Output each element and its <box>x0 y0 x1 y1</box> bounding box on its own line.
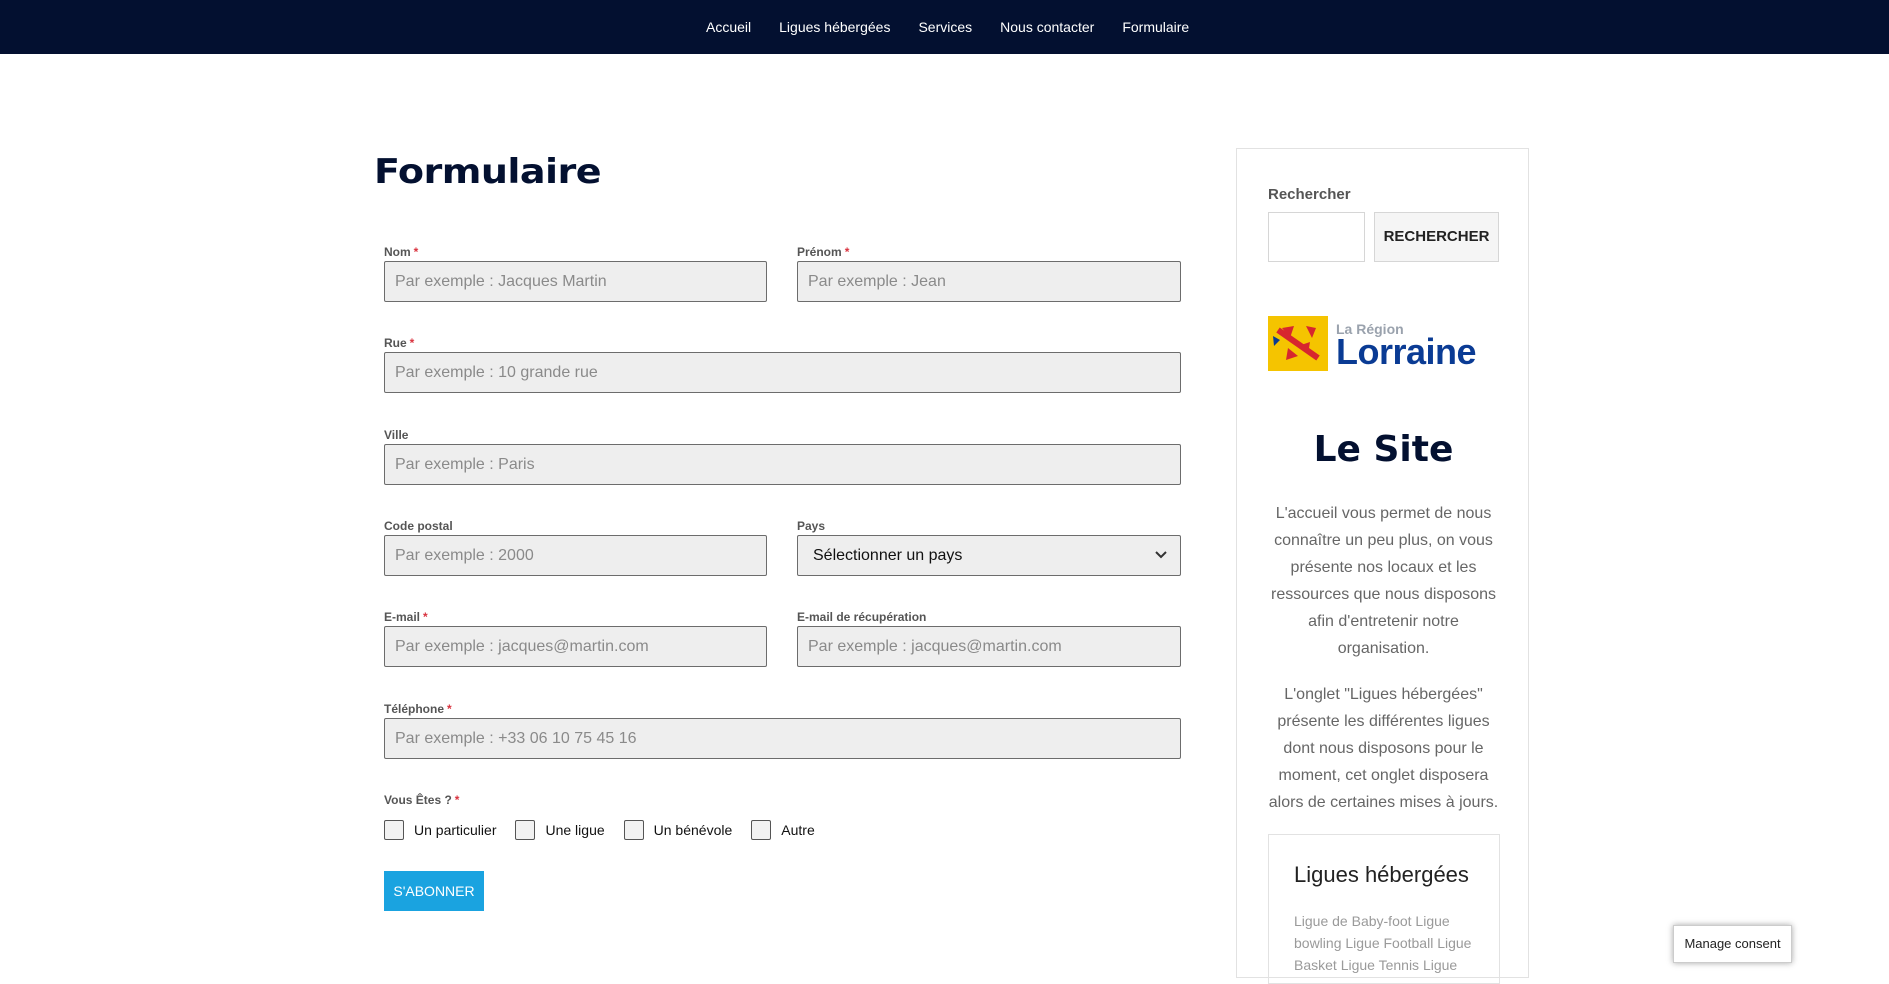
prenom-field: Prénom * Par exemple : Jean <box>797 245 1181 302</box>
option-particulier[interactable]: Un particulier <box>384 820 496 840</box>
nav-item-accueil[interactable]: Accueil <box>706 19 751 35</box>
subscribe-button[interactable]: S'ABONNER <box>384 871 484 911</box>
nav-item-formulaire[interactable]: Formulaire <box>1122 19 1189 35</box>
nav-item-ligues-hebergees[interactable]: Ligues hébergées <box>779 19 890 35</box>
search-button[interactable]: RECHERCHER <box>1374 212 1499 262</box>
vous-etes-field: Vous Êtes ? * <box>384 793 684 809</box>
checkbox[interactable] <box>623 820 644 840</box>
logo-title: Lorraine <box>1336 331 1477 372</box>
checkbox[interactable] <box>751 820 772 840</box>
option-label: Un particulier <box>414 822 497 838</box>
pays-select[interactable]: Sélectionner un pays <box>797 535 1181 576</box>
option-ligue[interactable]: Une ligue <box>515 820 605 840</box>
nom-input[interactable]: Par exemple : Jacques Martin <box>384 261 767 302</box>
vous-etes-options: Un particulier Une ligue Un bénévole Aut… <box>384 820 834 840</box>
ville-field: Ville Par exemple : Paris <box>384 428 1181 485</box>
option-label: Une ligue <box>545 822 605 838</box>
ville-label: Ville <box>384 428 409 442</box>
email-recuperation-label: E-mail de récupération <box>797 610 927 624</box>
email-label: E-mail * <box>384 610 428 624</box>
option-label: Un bénévole <box>653 822 733 838</box>
option-autre[interactable]: Autre <box>751 820 815 840</box>
chevron-down-icon <box>1154 536 1168 575</box>
option-benevole[interactable]: Un bénévole <box>623 820 733 840</box>
code-postal-label: Code postal <box>384 519 453 533</box>
checkbox[interactable] <box>384 820 404 840</box>
vous-etes-label: Vous Êtes ? * <box>384 793 460 807</box>
site-paragraph-1: L'accueil vous permet de nous connaître … <box>1270 505 1497 657</box>
email-field: E-mail * Par exemple : jacques@martin.com <box>384 610 767 667</box>
ligues-tag-cloud[interactable]: Ligue de Baby-foot Ligue bowling Ligue F… <box>1294 910 1494 976</box>
nom-field: Nom * Par exemple : Jacques Martin <box>384 245 767 302</box>
ville-input[interactable]: Par exemple : Paris <box>384 444 1181 485</box>
telephone-input[interactable]: Par exemple : +33 06 10 75 45 16 <box>384 718 1181 759</box>
logo-emblem-icon <box>1268 316 1328 371</box>
pays-select-value: Sélectionner un pays <box>813 547 963 564</box>
telephone-field: Téléphone * Par exemple : +33 06 10 75 45… <box>384 702 1181 759</box>
ligues-hebergees-widget: Ligues hébergées Ligue de Baby-foot Ligu… <box>1268 834 1500 984</box>
ligues-hebergees-title: Ligues hébergées <box>1294 862 1469 887</box>
top-navigation: Accueil Ligues hébergées Services Nous c… <box>0 0 1889 54</box>
rue-input[interactable]: Par exemple : 10 grande rue <box>384 352 1181 393</box>
email-input[interactable]: Par exemple : jacques@martin.com <box>384 626 767 667</box>
email-recuperation-input[interactable]: Par exemple : jacques@martin.com <box>797 626 1181 667</box>
rue-label: Rue * <box>384 336 415 350</box>
nom-label: Nom * <box>384 245 419 259</box>
checkbox[interactable] <box>515 820 536 840</box>
sidebar: Rechercher RECHERCHER La Région Lorraine… <box>1236 148 1529 984</box>
nav-menu: Accueil Ligues hébergées Services Nous c… <box>706 0 1217 54</box>
pays-field: Pays Sélectionner un pays <box>797 519 1181 576</box>
telephone-label: Téléphone * <box>384 702 452 716</box>
code-postal-field: Code postal Par exemple : 2000 <box>384 519 767 576</box>
pays-label: Pays <box>797 519 826 533</box>
manage-consent-button[interactable]: Manage consent <box>1673 925 1792 963</box>
code-postal-input[interactable]: Par exemple : 2000 <box>384 535 767 576</box>
site-paragraph-2: L'onglet "Ligues hébergées" présente les… <box>1268 686 1499 811</box>
nav-item-services[interactable]: Services <box>918 19 972 35</box>
nav-item-nous-contacter[interactable]: Nous contacter <box>1000 19 1094 35</box>
region-lorraine-logo: La Région Lorraine <box>1268 316 1500 374</box>
prenom-label: Prénom * <box>797 245 850 259</box>
search-input[interactable] <box>1268 212 1365 262</box>
email-recuperation-field: E-mail de récupération Par exemple : jac… <box>797 610 1181 667</box>
page-title: Formulaire <box>374 152 602 192</box>
rue-field: Rue * Par exemple : 10 grande rue <box>384 336 1181 393</box>
site-heading: Le Site <box>1313 429 1454 470</box>
search-label: Rechercher <box>1268 186 1351 203</box>
option-label: Autre <box>781 822 815 838</box>
prenom-input[interactable]: Par exemple : Jean <box>797 261 1181 302</box>
